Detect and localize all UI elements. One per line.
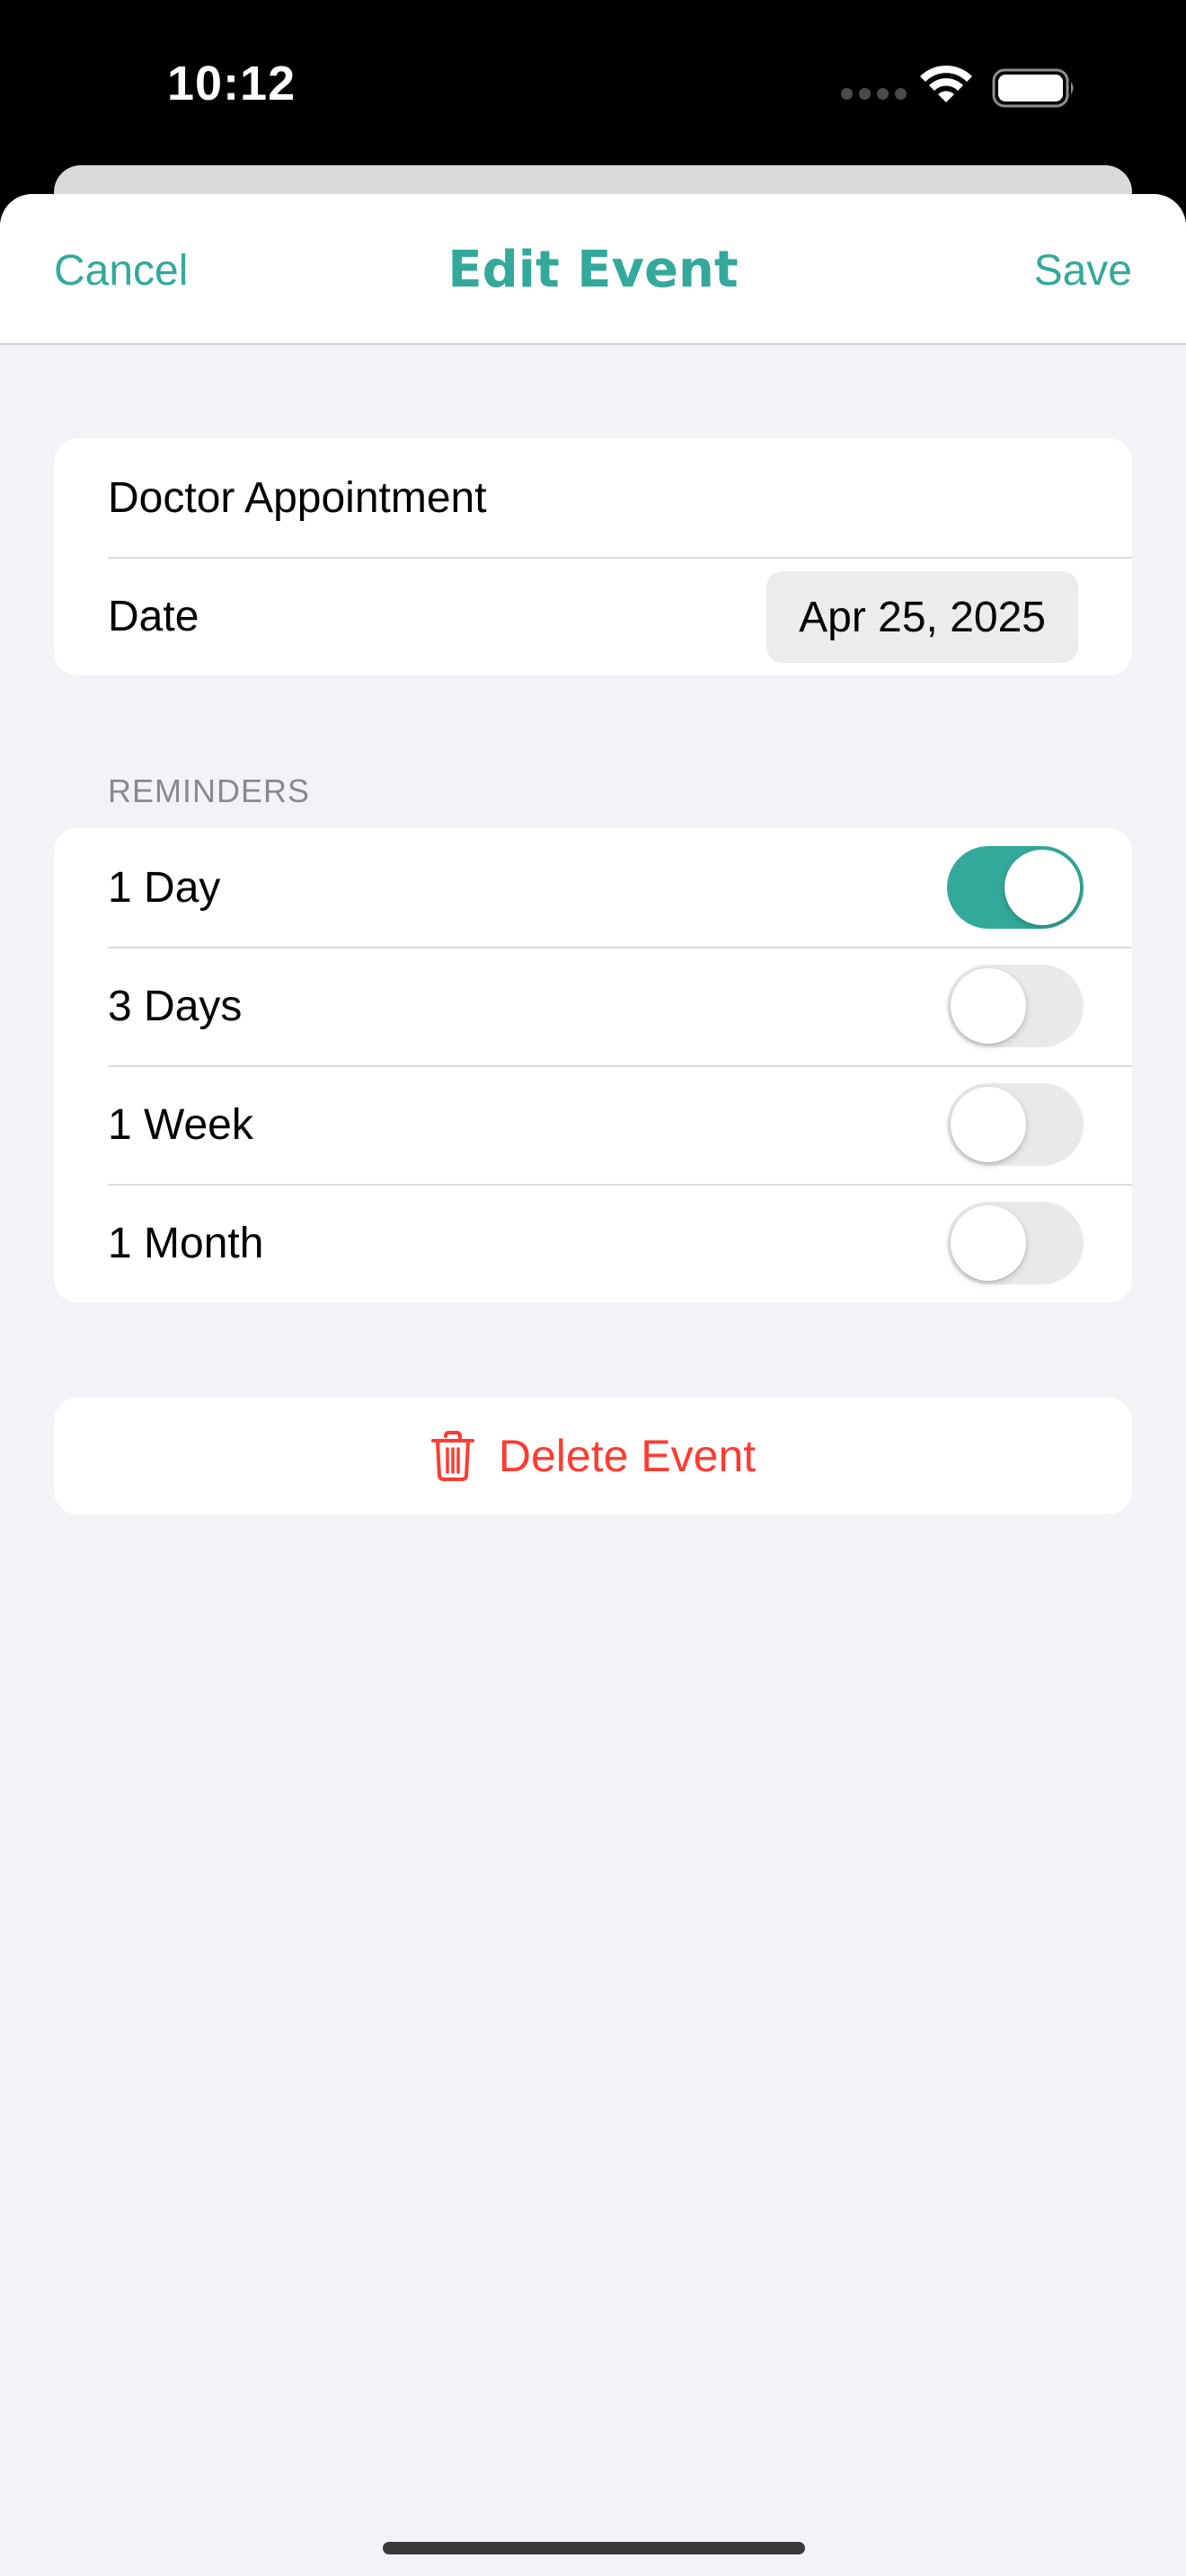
event-title-field[interactable]: Doctor Appointment: [54, 438, 1132, 557]
trash-icon: [430, 1431, 474, 1481]
reminder-label: 1 Week: [108, 1100, 253, 1149]
reminder-row-1-week: 1 Week: [54, 1065, 1132, 1184]
date-row: Date Apr 25, 2025: [54, 557, 1132, 675]
battery-icon: [992, 68, 1074, 108]
wifi-icon: [920, 65, 972, 102]
reminder-toggle-3-days[interactable]: [947, 965, 1084, 1047]
event-details-group: Doctor Appointment Date Apr 25, 2025: [54, 438, 1132, 675]
date-label: Date: [108, 592, 199, 640]
home-indicator[interactable]: [383, 2542, 805, 2554]
edit-event-sheet: Cancel Edit Event Save Doctor Appointmen…: [0, 194, 1186, 2576]
delete-event-label: Delete Event: [498, 1431, 757, 1481]
reminders-group: 1 Day 3 Days 1 Week 1 Month: [54, 828, 1132, 1302]
delete-event-button[interactable]: Delete Event: [54, 1398, 1132, 1514]
toggle-knob: [1005, 850, 1080, 925]
reminder-row-1-day: 1 Day: [54, 828, 1132, 947]
status-bar: 10:12: [0, 0, 1186, 171]
reminder-toggle-1-week[interactable]: [947, 1083, 1084, 1166]
reminder-row-1-month: 1 Month: [54, 1184, 1132, 1302]
event-title-value: Doctor Appointment: [108, 473, 487, 522]
date-picker-button[interactable]: Apr 25, 2025: [766, 571, 1078, 663]
reminder-row-3-days: 3 Days: [54, 947, 1132, 1065]
toggle-knob: [951, 968, 1026, 1044]
reminder-label: 1 Month: [108, 1219, 264, 1267]
status-time: 10:12: [167, 57, 296, 110]
reminder-toggle-1-day[interactable]: [947, 846, 1084, 929]
toggle-knob: [951, 1087, 1026, 1162]
navigation-bar: Cancel Edit Event Save: [0, 194, 1186, 345]
save-button[interactable]: Save: [1034, 246, 1132, 296]
toggle-knob: [951, 1205, 1026, 1281]
reminder-label: 3 Days: [108, 982, 243, 1030]
reminders-section-header: REMINDERS: [108, 772, 311, 809]
cellular-signal-icon: [841, 88, 907, 100]
reminder-label: 1 Day: [108, 863, 221, 912]
reminder-toggle-1-month[interactable]: [947, 1202, 1084, 1284]
page-title: Edit Event: [447, 241, 739, 299]
